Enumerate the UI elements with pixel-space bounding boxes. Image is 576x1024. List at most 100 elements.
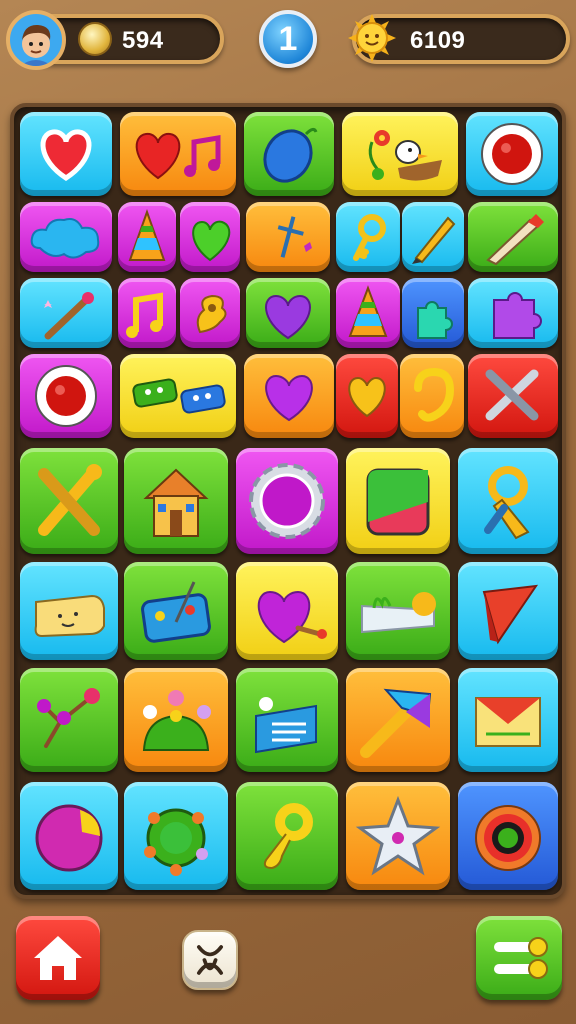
player-avatar[interactable]	[6, 10, 66, 70]
tile-game-controller[interactable]	[120, 354, 236, 438]
heart-brush-icon	[257, 590, 327, 644]
tile-puzzle-piece-2[interactable]	[468, 278, 558, 348]
cloud-icon	[30, 218, 100, 259]
flower-duck-icon	[368, 130, 442, 181]
tile-paint-palette[interactable]	[124, 562, 228, 660]
ball-icon	[35, 804, 103, 872]
knot-button[interactable]	[182, 930, 238, 990]
music-note-icon	[126, 292, 163, 338]
whistle-icon	[484, 466, 530, 540]
wreath-icon	[144, 808, 208, 876]
tile-pencil[interactable]	[402, 202, 464, 272]
record-icon	[35, 365, 97, 427]
puzzle-swirl-icon	[196, 294, 227, 334]
tile-puzzle-swirl[interactable]	[180, 278, 240, 348]
tile-whistle[interactable]	[458, 448, 558, 554]
balloon-icon	[263, 127, 318, 183]
paint-palette-icon	[141, 581, 211, 643]
tile-gear[interactable]	[236, 448, 338, 554]
tile-book[interactable]	[236, 668, 338, 772]
tile-branch[interactable]	[20, 668, 118, 772]
key-ring-icon	[263, 803, 313, 870]
tile-cone[interactable]	[118, 202, 176, 272]
house-icon	[143, 468, 209, 537]
coin-icon	[78, 22, 112, 56]
branch-icon	[37, 688, 100, 748]
home-button[interactable]	[16, 916, 100, 1000]
puzzle-piece-icon	[417, 301, 453, 339]
crossed-tools-icon	[38, 464, 102, 536]
tile-heart-purple-2[interactable]	[244, 354, 334, 438]
game-controller-icon	[132, 378, 226, 414]
heart-icon	[265, 294, 311, 340]
tile-key[interactable]	[336, 202, 400, 272]
key-icon	[353, 214, 386, 261]
box-icon	[366, 468, 430, 536]
heart-icon	[40, 129, 92, 181]
home-icon	[34, 936, 82, 980]
tile-wand[interactable]	[20, 278, 112, 348]
score-value: 6109	[410, 27, 466, 54]
tile-heart-yellow[interactable]	[336, 354, 398, 438]
cone-icon	[128, 209, 166, 261]
envelope-icon	[475, 697, 541, 747]
crossed-tools-icon	[485, 369, 539, 421]
tile-cloud[interactable]	[20, 202, 112, 272]
coins-value: 594	[122, 27, 164, 54]
tile-crossed-tools[interactable]	[468, 354, 558, 438]
puzzle-piece-icon	[493, 292, 542, 339]
tile-swirl[interactable]	[400, 354, 464, 438]
swirl-icon	[414, 367, 455, 422]
cross-icon	[277, 216, 312, 258]
menu-button[interactable]	[476, 916, 562, 1000]
target-icon	[475, 805, 541, 871]
hammer-icon	[360, 688, 432, 758]
level-badge: 1	[259, 10, 317, 68]
paper-icon	[34, 594, 105, 638]
sun-icon	[348, 14, 396, 62]
pencil-icon	[412, 216, 456, 264]
tile-cone-2[interactable]	[336, 278, 400, 348]
brush-icon	[486, 214, 544, 266]
heart-icon	[348, 376, 386, 418]
tile-envelope[interactable]	[458, 668, 558, 772]
avatar-face-icon	[20, 24, 52, 66]
tile-key-ring[interactable]	[236, 782, 338, 890]
wand-icon	[44, 292, 94, 340]
tile-cross[interactable]	[246, 202, 330, 272]
tile-heart[interactable]	[20, 112, 112, 196]
tile-puzzle-piece[interactable]	[402, 278, 464, 348]
tile-balloon[interactable]	[244, 112, 334, 196]
tile-leaf-heart[interactable]	[180, 202, 240, 272]
tile-record-2[interactable]	[20, 354, 112, 438]
tile-heart-purple[interactable]	[246, 278, 330, 348]
tile-hammer[interactable]	[346, 668, 450, 772]
tile-garden[interactable]	[124, 668, 228, 772]
knot-icon	[197, 945, 223, 975]
menu-icon	[494, 937, 548, 979]
leaf-heart-icon	[192, 220, 231, 262]
tile-kite[interactable]	[458, 562, 558, 660]
tile-heart-brush[interactable]	[236, 562, 338, 660]
tile-brush[interactable]	[468, 202, 558, 272]
tile-record[interactable]	[466, 112, 558, 196]
tile-star[interactable]	[346, 782, 450, 890]
heart-icon	[265, 374, 313, 422]
tile-house[interactable]	[124, 448, 228, 554]
tile-paper[interactable]	[20, 562, 118, 660]
landscape-icon	[361, 592, 436, 634]
cone-icon	[348, 285, 388, 337]
record-icon	[481, 123, 543, 185]
tile-crossed-tools-2[interactable]	[20, 448, 118, 554]
tile-box[interactable]	[346, 448, 450, 554]
tile-flower-duck[interactable]	[342, 112, 458, 196]
tile-wreath[interactable]	[124, 782, 228, 890]
tile-target[interactable]	[458, 782, 558, 890]
tile-music-note[interactable]	[118, 278, 176, 348]
gear-icon	[249, 463, 325, 539]
tile-ball[interactable]	[20, 782, 118, 890]
tile-landscape[interactable]	[346, 562, 450, 660]
tile-heart-music[interactable]	[120, 112, 236, 196]
book-icon	[255, 697, 317, 754]
kite-icon	[482, 584, 539, 645]
